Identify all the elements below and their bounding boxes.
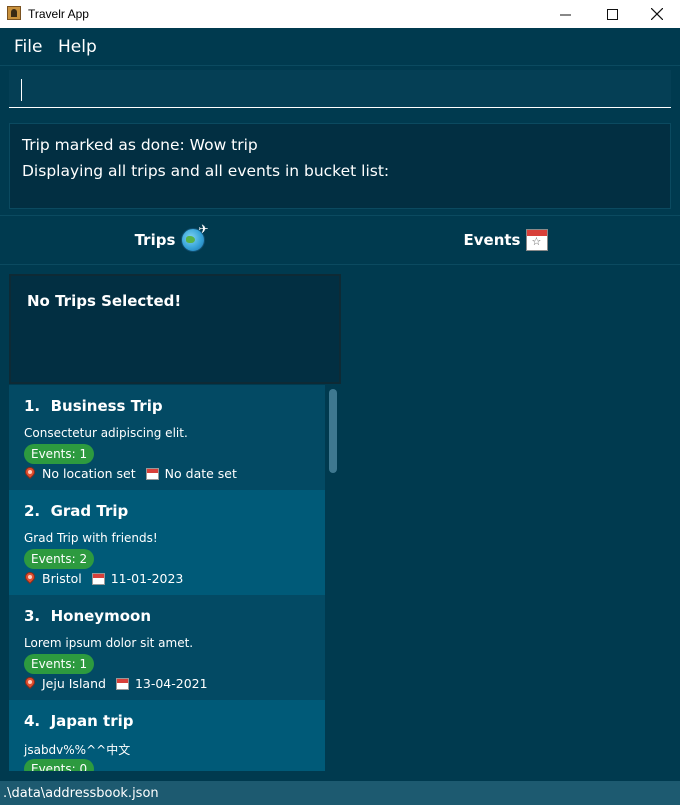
trip-name: Honeymoon xyxy=(50,607,152,625)
command-input[interactable] xyxy=(9,70,671,108)
trip-card[interactable]: 1. Business Trip Consectetur adipiscing … xyxy=(9,385,325,490)
trip-title: 2. Grad Trip xyxy=(24,502,128,520)
trip-location: No location set xyxy=(42,466,136,481)
trip-name: Japan trip xyxy=(50,712,134,730)
result-line: Displaying all trips and all events in b… xyxy=(22,162,390,180)
trip-card[interactable]: 2. Grad Trip Grad Trip with friends! Eve… xyxy=(9,490,325,595)
tab-events-label: Events xyxy=(463,231,521,249)
trip-index: 1. xyxy=(24,397,41,415)
trip-title: 1. Business Trip xyxy=(24,397,163,415)
result-display: Trip marked as done: Wow trip Displaying… xyxy=(9,123,671,209)
tab-events[interactable]: Events xyxy=(336,216,676,264)
location-pin-icon xyxy=(24,677,36,691)
close-icon xyxy=(651,8,663,20)
location-pin-icon xyxy=(24,572,36,586)
trip-index: 3. xyxy=(24,607,41,625)
events-badge: Events: 1 xyxy=(24,654,95,674)
calendar-icon xyxy=(115,677,129,690)
text-caret xyxy=(21,79,22,101)
trip-card[interactable]: 3. Honeymoon Lorem ipsum dolor sit amet.… xyxy=(9,595,325,700)
status-bar: .\data\addressbook.json xyxy=(0,781,680,805)
window-title: Travelr App xyxy=(28,7,89,21)
trip-description: Grad Trip with friends! xyxy=(24,531,158,545)
close-button[interactable] xyxy=(634,0,680,28)
globe-plane-icon xyxy=(181,222,208,252)
scrollbar-thumb[interactable] xyxy=(329,389,337,473)
maximize-button[interactable] xyxy=(589,0,635,28)
trip-list: 1. Business Trip Consectetur adipiscing … xyxy=(9,385,340,771)
selected-trip-text: No Trips Selected! xyxy=(27,292,182,310)
result-area: Trip marked as done: Wow trip Displaying… xyxy=(0,116,680,216)
trip-date: 11-01-2023 xyxy=(110,571,184,586)
tab-trips-label: Trips xyxy=(134,231,176,249)
trip-date: No date set xyxy=(164,466,237,481)
trip-date: 13-04-2021 xyxy=(134,676,208,691)
events-badge: Events: 0 xyxy=(24,759,95,771)
trip-index: 2. xyxy=(24,502,41,520)
trip-location: Bristol xyxy=(42,571,82,586)
calendar-star-icon xyxy=(526,229,549,251)
trip-description: jsabdv%%^^中文 xyxy=(24,743,131,757)
trip-name: Business Trip xyxy=(50,397,163,415)
menu-file[interactable]: File xyxy=(14,37,42,57)
trip-meta: No location set No date set xyxy=(24,466,237,481)
tab-bar: Trips Events xyxy=(0,216,680,265)
command-area xyxy=(0,66,680,116)
title-bar: Travelr App xyxy=(0,0,680,28)
minimize-button[interactable] xyxy=(542,0,588,28)
menu-bar: File Help xyxy=(0,28,680,66)
trip-card[interactable]: 4. Japan trip jsabdv%%^^中文 Events: 0 xyxy=(9,700,325,771)
trip-title: 3. Honeymoon xyxy=(24,607,151,625)
app-icon xyxy=(7,6,21,20)
trip-name: Grad Trip xyxy=(50,502,129,520)
trip-meta: Jeju Island 13-04-2021 xyxy=(24,676,208,691)
events-badge: Events: 1 xyxy=(24,444,95,464)
data-file-path: .\data\addressbook.json xyxy=(3,786,159,801)
result-line: Trip marked as done: Wow trip xyxy=(22,136,258,154)
trip-location: Jeju Island xyxy=(42,676,106,691)
calendar-icon xyxy=(91,572,105,585)
trip-meta: Bristol 11-01-2023 xyxy=(24,571,183,586)
location-pin-icon xyxy=(24,467,36,481)
trip-description: Consectetur adipiscing elit. xyxy=(24,426,188,440)
maximize-icon xyxy=(606,8,618,20)
trip-title: 4. Japan trip xyxy=(24,712,134,730)
selected-trip-panel: No Trips Selected! xyxy=(9,274,341,384)
menu-help[interactable]: Help xyxy=(58,37,97,57)
events-badge: Events: 2 xyxy=(24,549,95,569)
calendar-icon xyxy=(145,467,159,480)
trip-index: 4. xyxy=(24,712,41,730)
trip-description: Lorem ipsum dolor sit amet. xyxy=(24,636,194,650)
minimize-icon xyxy=(559,14,571,15)
tab-trips[interactable]: Trips xyxy=(0,216,340,264)
